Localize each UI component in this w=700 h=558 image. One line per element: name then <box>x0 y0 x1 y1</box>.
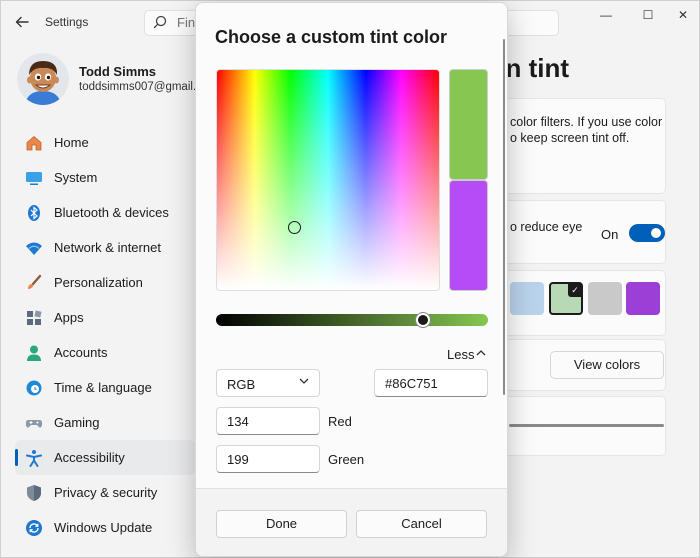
arrow-left-icon <box>15 16 29 28</box>
accessibility-icon <box>24 448 44 468</box>
update-icon <box>24 518 44 538</box>
bluetooth-icon <box>24 203 44 223</box>
tint-swatch-gray[interactable] <box>588 282 622 315</box>
sidebar-item-privacy-security[interactable]: Privacy & security <box>15 475 195 510</box>
sidebar-item-label: Gaming <box>54 415 100 430</box>
sidebar-item-label: System <box>54 170 98 185</box>
home-icon <box>24 133 44 153</box>
chevron-up-icon[interactable] <box>476 348 486 360</box>
color-mode-value: RGB <box>227 377 256 392</box>
sidebar-item-label: Bluetooth & devices <box>54 205 169 220</box>
color-value-slider-thumb[interactable] <box>415 313 430 327</box>
sidebar-nav: Home System Bluetooth & devices Network … <box>15 125 195 545</box>
gamepad-icon <box>24 413 44 433</box>
sidebar-item-label: Time & language <box>54 380 152 395</box>
toggle-state-label: On <box>601 227 619 242</box>
hex-input[interactable] <box>374 369 488 397</box>
less-button[interactable]: Less <box>447 347 474 362</box>
color-picker-cursor[interactable] <box>288 221 301 234</box>
previous-color-preview <box>449 180 488 291</box>
cancel-button[interactable]: Cancel <box>356 510 487 538</box>
maximize-button[interactable]: ☐ <box>633 5 663 25</box>
screen-tint-toggle[interactable] <box>629 224 665 242</box>
avatar-illustration <box>17 53 69 105</box>
color-filters-description-card: color filters. If you use color o keep s… <box>491 98 666 194</box>
dialog-footer: Done Cancel <box>196 488 507 556</box>
sidebar-item-network[interactable]: Network & internet <box>15 230 195 265</box>
description-line-2: o keep screen tint off. <box>510 131 630 145</box>
sidebar-item-label: Accessibility <box>54 450 125 465</box>
tint-swatch-purple[interactable] <box>626 282 660 315</box>
monitor-icon <box>24 168 44 188</box>
sidebar-item-label: Privacy & security <box>54 485 158 500</box>
new-color-preview <box>449 69 488 180</box>
wifi-icon <box>24 238 44 258</box>
toggle-knob <box>651 228 661 238</box>
green-input[interactable] <box>216 445 320 473</box>
sidebar-item-windows-update[interactable]: Windows Update <box>15 510 195 545</box>
minimize-button[interactable]: — <box>591 5 621 25</box>
clock-globe-icon <box>24 378 44 398</box>
app-title: Settings <box>45 15 89 29</box>
red-label: Red <box>328 414 352 429</box>
sidebar-item-personalization[interactable]: Personalization <box>15 265 195 300</box>
sidebar-item-apps[interactable]: Apps <box>15 300 195 335</box>
sidebar-item-label: Apps <box>54 310 84 325</box>
active-indicator <box>15 449 18 466</box>
checkmark-icon: ✓ <box>568 283 582 297</box>
sidebar-item-label: Home <box>54 135 89 150</box>
settings-window: Settings — ☐ ✕ <box>0 0 700 558</box>
dialog-scrollbar[interactable] <box>503 39 505 395</box>
sidebar-item-gaming[interactable]: Gaming <box>15 405 195 440</box>
brush-icon <box>24 273 44 293</box>
chevron-down-icon <box>299 376 309 388</box>
sidebar-item-bluetooth[interactable]: Bluetooth & devices <box>15 195 195 230</box>
sidebar-item-home[interactable]: Home <box>15 125 195 160</box>
description-line-1: color filters. If you use color <box>510 115 663 129</box>
intensity-slider[interactable] <box>509 424 664 427</box>
avatar <box>17 53 69 105</box>
search-icon <box>153 15 167 29</box>
color-spectrum[interactable] <box>216 69 440 291</box>
color-value-slider[interactable] <box>216 314 488 326</box>
custom-tint-color-dialog: Choose a custom tint color Less RGB Red … <box>195 2 508 557</box>
apps-icon <box>24 308 44 328</box>
color-mode-select[interactable]: RGB <box>216 369 320 397</box>
sidebar-item-time-language[interactable]: Time & language <box>15 370 195 405</box>
sidebar-item-accounts[interactable]: Accounts <box>15 335 195 370</box>
view-colors-button[interactable]: View colors <box>550 351 664 379</box>
tint-swatch-green[interactable]: ✓ <box>549 282 583 315</box>
dialog-title: Choose a custom tint color <box>215 27 448 47</box>
green-label: Green <box>328 452 365 467</box>
back-button[interactable] <box>11 11 33 33</box>
done-button[interactable]: Done <box>216 510 347 538</box>
close-button[interactable]: ✕ <box>668 5 698 25</box>
sidebar-item-label: Personalization <box>54 275 143 290</box>
sidebar-item-label: Network & internet <box>54 240 161 255</box>
sidebar-item-accessibility[interactable]: Accessibility <box>15 440 195 475</box>
red-input[interactable] <box>216 407 320 435</box>
sidebar-item-label: Accounts <box>54 345 108 360</box>
user-name: Todd Simms <box>79 64 157 79</box>
sidebar-item-label: Windows Update <box>54 520 153 535</box>
toggle-description: o reduce eye <box>510 220 583 234</box>
shield-icon <box>24 483 44 503</box>
tint-swatch-blue[interactable] <box>510 282 544 315</box>
sidebar-item-system[interactable]: System <box>15 160 195 195</box>
person-icon <box>24 343 44 363</box>
